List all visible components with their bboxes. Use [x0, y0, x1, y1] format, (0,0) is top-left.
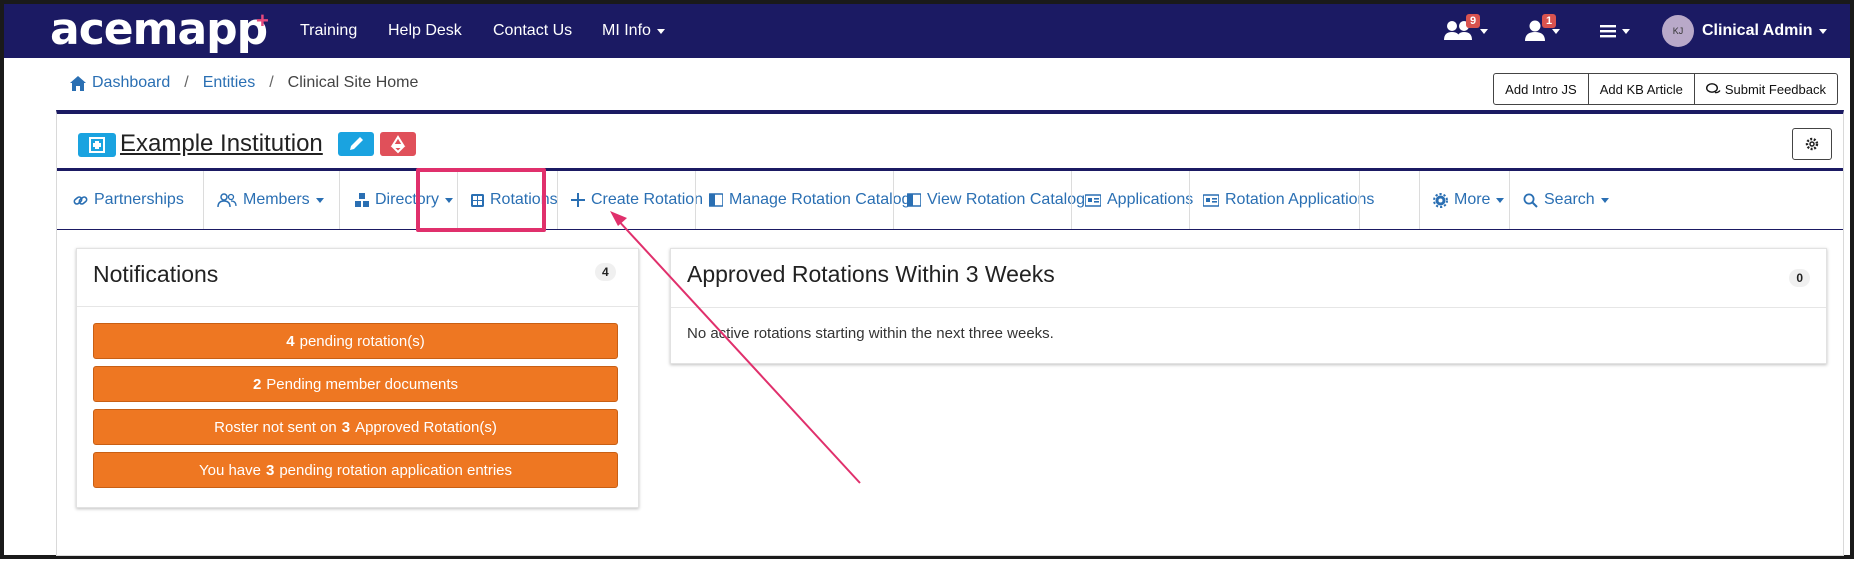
annotation-arrow — [610, 211, 861, 484]
